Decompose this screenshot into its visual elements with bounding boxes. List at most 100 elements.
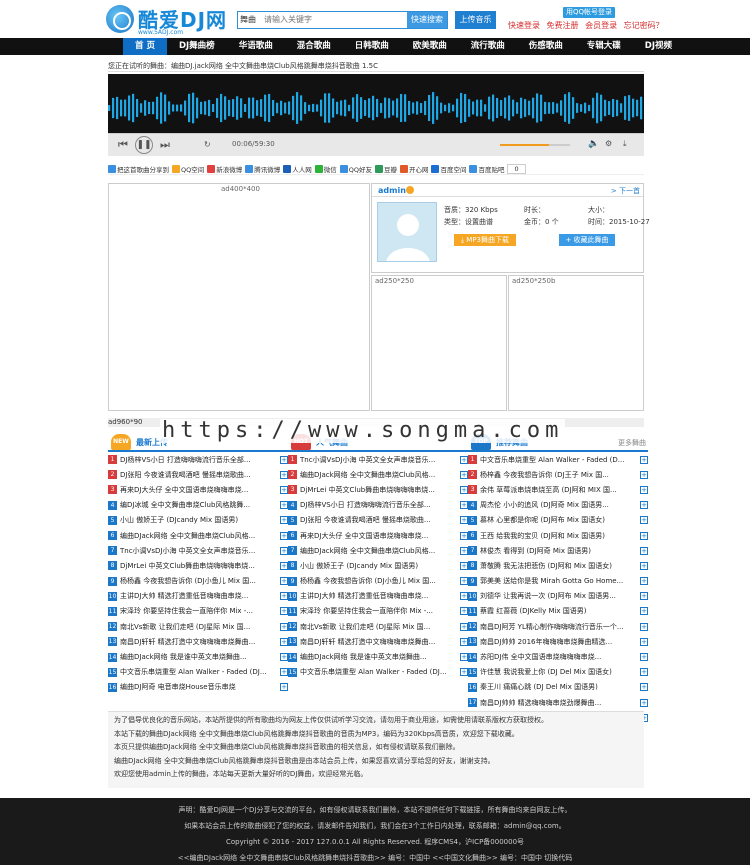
next-song-link[interactable]: > 下一首 — [611, 186, 640, 196]
add-to-list-icon[interactable]: + — [460, 501, 468, 510]
search-type-select[interactable]: 舞曲 — [238, 12, 264, 28]
volume-icon[interactable]: 🔈 — [588, 139, 599, 149]
song-title-link[interactable]: 中文音乐串烧重型 Alan Walker - Faded (DJ... — [300, 667, 458, 677]
share-item-3[interactable]: 腾讯微博 — [245, 164, 280, 174]
add-to-list-icon[interactable]: + — [460, 637, 468, 646]
song-title-link[interactable]: 南昌DJ帅帅 精选嗨嗨嗨串烧劲爆舞曲... — [480, 698, 638, 708]
prev-icon[interactable]: ⏮ — [118, 138, 128, 152]
add-to-list-icon[interactable]: + — [640, 653, 648, 662]
volume-slider[interactable] — [500, 144, 570, 146]
share-item-8[interactable]: 开心网 — [399, 164, 428, 174]
nav-item-7[interactable]: 伤感歌曲 — [517, 38, 575, 55]
member-login-link[interactable]: 会员登录 — [585, 21, 617, 30]
song-title-link[interactable]: 编曲DJack网络 全中文舞曲串烧Club风格... — [300, 546, 458, 556]
add-to-list-icon[interactable]: + — [280, 683, 288, 692]
share-item-5[interactable]: 微信 — [314, 164, 337, 174]
song-title-link[interactable]: 王西 给我我的宝贝 (DJ阿和 Mix 国语男) — [480, 531, 638, 541]
song-title-link[interactable]: DJ张阳 今夜谁请我喝酒吧 慢摇串烧歌曲... — [120, 470, 278, 480]
nav-item-4[interactable]: 日韩歌曲 — [343, 38, 401, 55]
song-title-link[interactable]: 再来DJ大头仔 全中文国语串烧嗨嗨串烧... — [120, 485, 278, 495]
song-title-link[interactable]: 中文音乐串烧重型 Alan Walker - Faded (D... — [480, 455, 638, 465]
loop-icon[interactable]: ↻ — [204, 140, 211, 149]
add-to-list-icon[interactable]: + — [640, 622, 648, 631]
nav-item-9[interactable]: DJ视频 — [633, 38, 684, 55]
add-to-list-icon[interactable]: + — [640, 698, 648, 707]
song-title-link[interactable]: 苏阳DJ伟 全中文国语串烧嗨嗨嗨串烧... — [480, 652, 638, 662]
song-title-link[interactable]: DjMrLei 中英文Club舞曲串烧嗨嗨嗨串烧... — [120, 561, 278, 571]
song-title-link[interactable]: 慕林 心里都是你呢 (DJ阿布 Mix 国语女) — [480, 515, 638, 525]
song-title-link[interactable]: 许佳慧 我说我爱上你 (DJ Del Mix 国语女) — [480, 667, 638, 677]
add-to-list-icon[interactable]: + — [460, 577, 468, 586]
song-title-link[interactable]: DjMrLei 中英文Club舞曲串烧嗨嗨嗨串烧... — [300, 485, 458, 495]
add-to-list-icon[interactable]: + — [460, 607, 468, 616]
song-title-link[interactable]: 郭美美 送给你是我 Mirah Gotta Go Home... — [480, 576, 638, 586]
nav-item-2[interactable]: 华语歌曲 — [227, 38, 285, 55]
add-to-list-icon[interactable]: + — [460, 546, 468, 555]
add-to-list-icon[interactable]: + — [280, 531, 288, 540]
song-title-link[interactable]: 编曲DJ阿奇 电音串烧House音乐串烧 — [120, 682, 278, 692]
nav-item-3[interactable]: 混合歌曲 — [285, 38, 343, 55]
add-to-list-icon[interactable]: + — [280, 470, 288, 479]
share-item-11[interactable]: 0 — [507, 163, 526, 174]
song-title-link[interactable]: 编曲DJack网络 全中文舞曲串烧Club风格... — [300, 470, 458, 480]
quick-login-link[interactable]: 快速登录 — [508, 21, 540, 30]
add-to-list-icon[interactable]: + — [460, 668, 468, 677]
add-to-list-icon[interactable]: + — [280, 577, 288, 586]
song-title-link[interactable]: 秦王川 痛痛心跳 (DJ Del Mix 国语男) — [480, 682, 638, 692]
nav-item-1[interactable]: DJ舞曲榜 — [167, 38, 227, 55]
share-item-10[interactable]: 百度贴吧 — [469, 164, 504, 174]
song-title-link[interactable]: 杨杨鑫 今夜我想告诉你 (DJ小鱼儿 Mix 国... — [120, 576, 278, 586]
add-to-list-icon[interactable]: + — [280, 607, 288, 616]
share-item-2[interactable]: 新浪微博 — [207, 164, 242, 174]
add-to-list-icon[interactable]: + — [640, 607, 648, 616]
song-title-link[interactable]: 宋泽玲 你要坚持住我会一直陪伴你 Mix -... — [300, 606, 458, 616]
song-title-link[interactable]: 再来DJ大头仔 全中文国语串烧嗨嗨串烧... — [300, 531, 458, 541]
search-button[interactable]: 快速搜索 — [407, 12, 447, 28]
song-title-link[interactable]: 南昌DJ阿芳 YL精心制作嗨嗨嗨流行音乐一个... — [480, 622, 638, 632]
next-icon[interactable]: ⏭ — [160, 138, 170, 152]
song-title-link[interactable]: 刘德华 让我再说一次 (DJ阿布 Mix 国语男... — [480, 591, 638, 601]
song-title-link[interactable]: 编曲DJack网络 我是谁中英文串烧舞曲... — [300, 652, 458, 662]
forgot-password-link[interactable]: 忘记密码？ — [624, 21, 664, 30]
song-title-link[interactable]: 萧敬腾 我无法把悲伤 (DJ阿和 Mix 国语女) — [480, 561, 638, 571]
add-to-list-icon[interactable]: + — [280, 592, 288, 601]
add-to-list-icon[interactable]: + — [640, 470, 648, 479]
add-to-list-icon[interactable]: + — [640, 637, 648, 646]
song-title-link[interactable]: 编DJ冰城 全中文舞曲串烧Club风格跳舞... — [120, 500, 278, 510]
song-title-link[interactable]: 主讲DJ大帅 精选打造重低音嗨嗨曲串烧... — [120, 591, 278, 601]
add-to-list-icon[interactable]: + — [640, 592, 648, 601]
register-link[interactable]: 免费注册 — [547, 21, 579, 30]
share-item-4[interactable]: 人人网 — [283, 164, 312, 174]
add-to-list-icon[interactable]: + — [460, 561, 468, 570]
song-title-link[interactable]: 林俊杰 看得到 (DJ阿奇 Mix 国语男) — [480, 546, 638, 556]
song-title-link[interactable]: 编曲DJack网络 全中文舞曲串烧Club风格... — [120, 531, 278, 541]
add-to-list-icon[interactable]: + — [640, 501, 648, 510]
add-to-list-icon[interactable]: + — [640, 546, 648, 555]
add-to-list-icon[interactable]: + — [280, 653, 288, 662]
add-to-list-icon[interactable]: + — [460, 455, 468, 464]
song-title-link[interactable]: 宋泽玲 你要坚持住我会一直陪伴你 Mix -... — [120, 606, 278, 616]
column-more-link[interactable]: 更多舞曲 — [618, 438, 646, 448]
add-to-list-icon[interactable]: + — [640, 577, 648, 586]
mp3-download-button[interactable]: ⤓ MP3舞曲下载 — [454, 234, 516, 246]
add-to-list-icon[interactable]: + — [640, 561, 648, 570]
add-to-list-icon[interactable]: + — [640, 485, 648, 494]
add-to-list-icon[interactable]: + — [640, 668, 648, 677]
nav-item-6[interactable]: 流行歌曲 — [459, 38, 517, 55]
favorite-button[interactable]: + 收藏此舞曲 — [559, 234, 615, 246]
download-icon[interactable]: ⤓ — [623, 139, 627, 149]
song-title-link[interactable]: 南北Vs新歌 让我们走吧 (DJ星际 Mix 国... — [300, 622, 458, 632]
song-title-link[interactable]: 小山 傲娇王子 (DJcandy Mix 国语男) — [300, 561, 458, 571]
song-title-link[interactable]: 南昌DJ轩轩 精选打造中文嗨嗨嗨串烧舞曲... — [300, 637, 458, 647]
add-to-list-icon[interactable]: + — [460, 485, 468, 494]
share-item-7[interactable]: 豆瓣 — [374, 164, 397, 174]
song-title-link[interactable]: 南昌DJ帅帅 2016年嗨嗨嗨串烧舞曲精选... — [480, 637, 638, 647]
song-title-link[interactable]: Tnc小调VsDJ小海 中英文全女声串烧音乐... — [300, 455, 458, 465]
pause-button[interactable]: ❚❚ — [135, 136, 153, 154]
nav-item-0[interactable]: 首 页 — [123, 38, 167, 55]
song-title-link[interactable]: 主讲DJ大帅 精选打造重低音嗨嗨曲串烧... — [300, 591, 458, 601]
add-to-list-icon[interactable]: + — [460, 531, 468, 540]
nav-item-5[interactable]: 欧美歌曲 — [401, 38, 459, 55]
add-to-list-icon[interactable]: + — [280, 485, 288, 494]
add-to-list-icon[interactable]: + — [280, 637, 288, 646]
